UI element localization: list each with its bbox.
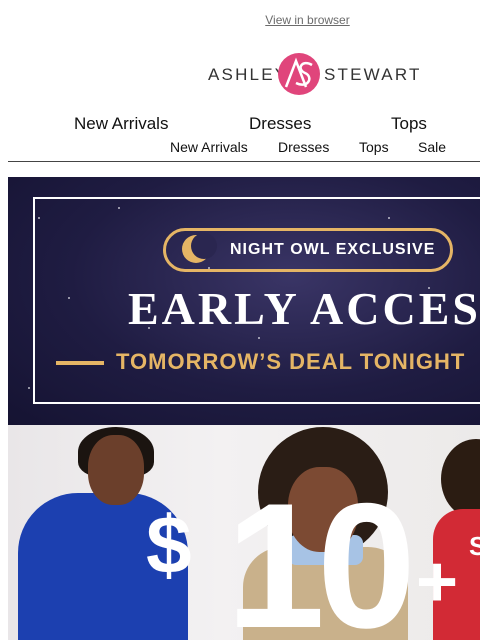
nav-primary-new-arrivals[interactable]: New Arrivals	[74, 114, 168, 134]
hero-banner[interactable]: NIGHT OWL EXCLUSIVE EARLY ACCESS TOMORRO…	[8, 177, 480, 640]
view-in-browser-link[interactable]: View in browser	[0, 13, 480, 27]
nav-secondary-tops[interactable]: Tops	[359, 139, 389, 155]
gold-accent-line	[56, 361, 104, 365]
shirt-letter: S	[469, 531, 480, 561]
logo-text-left: ASHLEY	[208, 65, 289, 84]
logo-text-right: STEWART	[324, 65, 422, 84]
nav-primary-tops[interactable]: Tops	[391, 114, 427, 134]
nav-divider	[8, 161, 480, 162]
brand-logo[interactable]: ASHLEY STEWART	[208, 53, 419, 95]
price-suffix: +	[416, 542, 459, 622]
nav-secondary-new-arrivals[interactable]: New Arrivals	[170, 139, 248, 155]
nav-primary-dresses[interactable]: Dresses	[249, 114, 311, 134]
nav-secondary-sale[interactable]: Sale	[418, 139, 446, 155]
badge-text: NIGHT OWL EXCLUSIVE	[230, 241, 436, 258]
price-symbol: $	[146, 500, 192, 591]
price-value: 10	[226, 466, 416, 640]
headline: EARLY ACCESS	[128, 283, 480, 334]
nav-secondary-dresses[interactable]: Dresses	[278, 139, 329, 155]
logo-monogram-icon	[278, 53, 320, 95]
subheadline: TOMORROW’S DEAL TONIGHT	[116, 349, 466, 374]
